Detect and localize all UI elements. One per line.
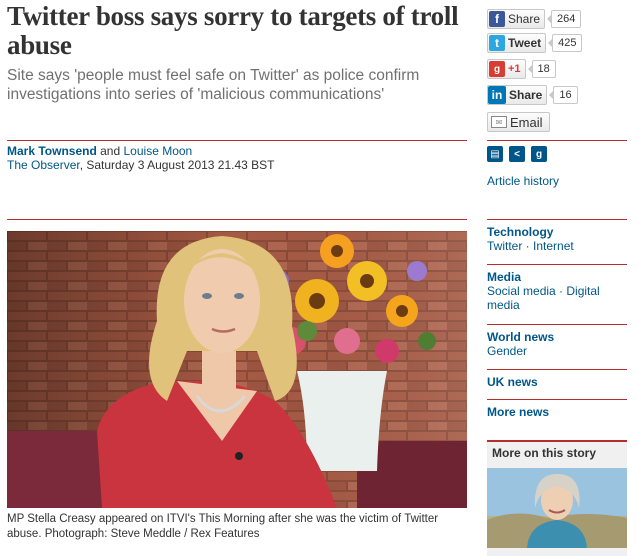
- share-icon[interactable]: <: [509, 146, 525, 162]
- email-share[interactable]: ✉ Email: [487, 112, 550, 132]
- print-icon[interactable]: ▤: [487, 146, 503, 162]
- sidebar-rule-uk: [487, 369, 627, 370]
- section-more-news-heading[interactable]: More news: [487, 405, 627, 419]
- more-on-story-thumbnail[interactable]: [487, 468, 627, 548]
- article-tools: ▤ < g: [487, 146, 547, 162]
- byline-top-rule: [7, 140, 467, 141]
- article-headline: Twitter boss says sorry to targets of tr…: [7, 1, 459, 60]
- linkedin-share-count: 16: [549, 86, 578, 104]
- sidebar-rule-more: [487, 399, 627, 400]
- guardian-icon[interactable]: g: [531, 146, 547, 162]
- google-plus-button[interactable]: g +1: [487, 59, 526, 79]
- photo-caption: MP Stella Creasy appeared on ITVI's This…: [7, 513, 439, 540]
- twitter-share[interactable]: t Tweet 425: [487, 33, 583, 53]
- tweet-label: Tweet: [508, 36, 542, 50]
- section-world-news-items[interactable]: Gender: [487, 344, 527, 358]
- facebook-icon: f: [489, 11, 505, 27]
- author-link-1[interactable]: Mark Townsend: [7, 144, 97, 158]
- section-technology: Technology Twitter · Internet: [487, 225, 627, 253]
- facebook-share-button[interactable]: f Share: [487, 9, 546, 29]
- section-technology-items[interactable]: Twitter · Internet: [487, 239, 574, 253]
- section-world-news-heading[interactable]: World news: [487, 330, 627, 344]
- section-media: Media Social media · Digital media: [487, 270, 627, 312]
- email-label: Email: [510, 114, 543, 130]
- byline: Mark Townsend and Louise Moon: [7, 144, 192, 158]
- sidebar-rule-technology: [487, 219, 627, 220]
- linkedin-share-label: Share: [509, 88, 543, 102]
- linkedin-share-button[interactable]: in Share: [487, 85, 548, 105]
- linkedin-icon: in: [488, 86, 506, 104]
- sidebar-rule-media: [487, 264, 627, 265]
- photo-top-rule: [7, 219, 467, 220]
- linkedin-share[interactable]: in Share 16: [487, 85, 578, 105]
- google-plus-count: 18: [527, 60, 556, 78]
- section-technology-heading[interactable]: Technology: [487, 225, 627, 239]
- google-plus-icon: g: [489, 61, 505, 77]
- article-history-link[interactable]: Article history: [487, 174, 559, 188]
- more-on-story-title: More on this story: [492, 446, 597, 460]
- publication-link[interactable]: The Observer: [7, 158, 80, 172]
- article-standfirst: Site says 'people must feel safe on Twit…: [7, 67, 420, 103]
- sidebar-rule-tools: [487, 140, 627, 141]
- email-icon: ✉: [491, 116, 507, 128]
- article-main-photo: [7, 231, 467, 508]
- google-plus-share[interactable]: g +1 18: [487, 59, 556, 79]
- tweet-button[interactable]: t Tweet: [487, 33, 547, 53]
- byline-conjunction: and: [96, 144, 124, 158]
- tweet-count: 425: [548, 34, 583, 52]
- section-more-news: More news: [487, 405, 627, 419]
- twitter-icon: t: [489, 35, 505, 51]
- section-media-items[interactable]: Social media · Digital media: [487, 284, 600, 312]
- google-plus-label: +1: [508, 63, 521, 75]
- section-uk-news: UK news: [487, 375, 627, 389]
- publish-date: , Saturday 3 August 2013 21.43 BST: [79, 158, 275, 172]
- facebook-share-label: Share: [508, 12, 541, 26]
- facebook-share[interactable]: f Share 264: [487, 9, 582, 29]
- email-button[interactable]: ✉ Email: [487, 112, 550, 132]
- sidebar-rule-world: [487, 324, 627, 325]
- section-uk-news-heading[interactable]: UK news: [487, 375, 627, 389]
- dateline: The Observer, Saturday 3 August 2013 21.…: [7, 158, 275, 172]
- facebook-share-count: 264: [546, 10, 582, 28]
- section-world-news: World news Gender: [487, 330, 627, 358]
- section-media-heading[interactable]: Media: [487, 270, 627, 284]
- author-link-2[interactable]: Louise Moon: [124, 144, 193, 158]
